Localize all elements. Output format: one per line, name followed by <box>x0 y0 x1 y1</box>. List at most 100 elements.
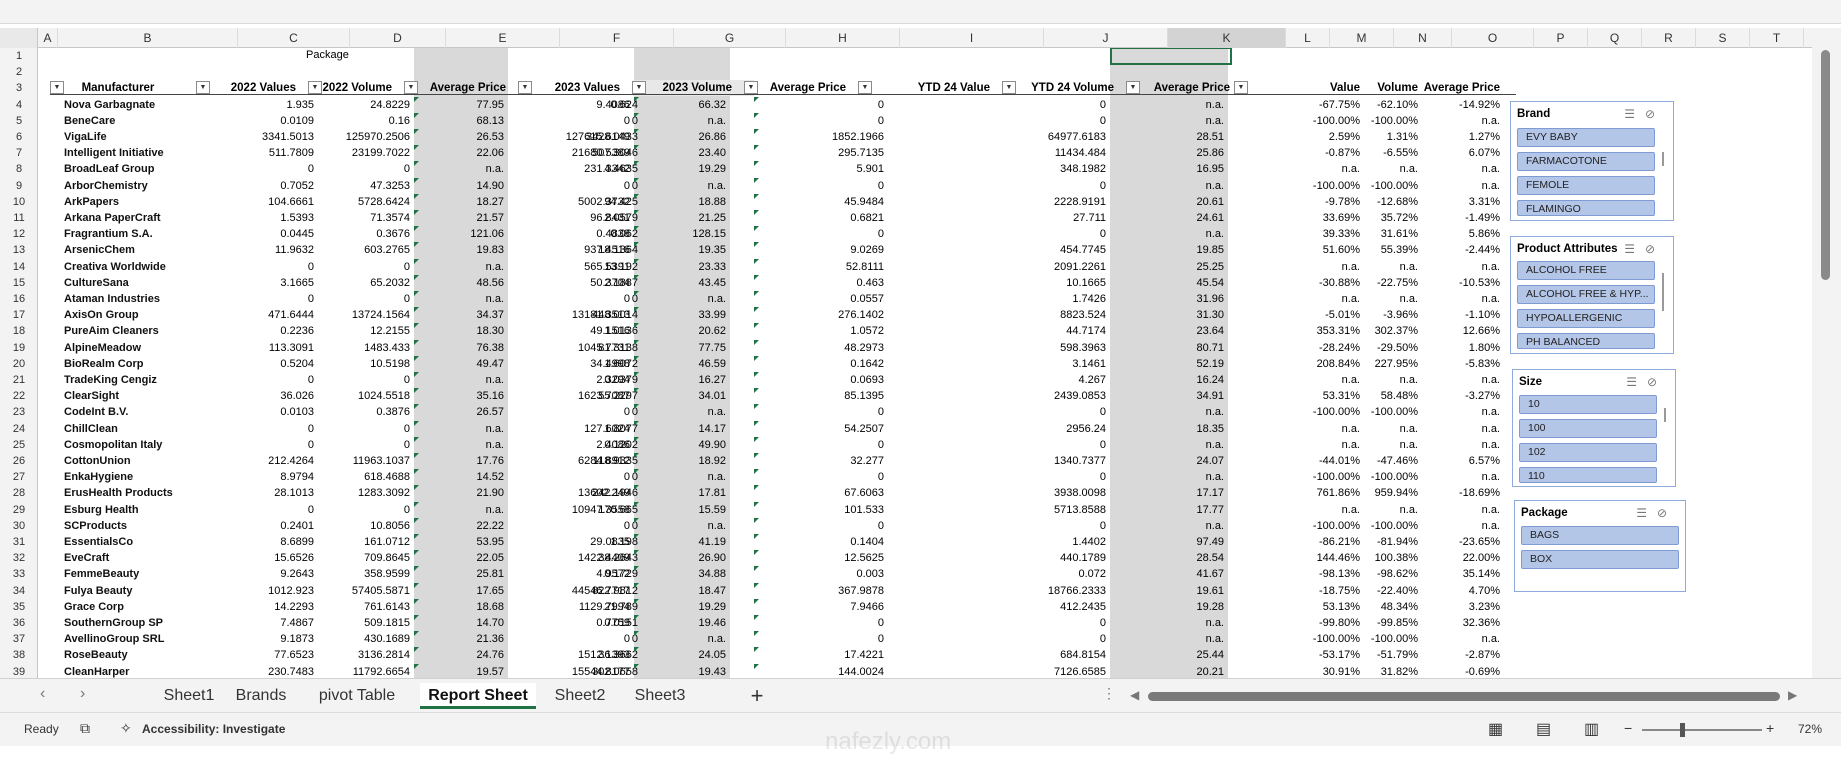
cell-manufacturer[interactable]: AxisOn Group <box>38 307 206 323</box>
cell-average-price-1[interactable]: 77.95 <box>414 97 508 113</box>
row-header-8[interactable]: 8 <box>0 161 37 177</box>
row-header-23[interactable]: 23 <box>0 404 37 420</box>
column-header-n[interactable]: N <box>1394 28 1452 48</box>
cell-2023-volume[interactable]: 231.3342 <box>542 161 634 177</box>
cell-manufacturer[interactable]: SCProducts <box>38 518 206 534</box>
cell-average-price-3[interactable]: 31.30 <box>1110 307 1228 323</box>
cell-ytd-volume[interactable]: 0 <box>888 404 1110 420</box>
slicer-size-icons[interactable]: ☰⊘ <box>1626 375 1667 389</box>
cell-ytd-value[interactable]: 0 <box>754 437 888 453</box>
cell-ytd-value[interactable]: 0.003 <box>754 566 888 582</box>
cell-volume-change[interactable]: n.a. <box>1364 421 1422 437</box>
row-header-21[interactable]: 21 <box>0 372 37 388</box>
cell-ytd-volume[interactable]: 0 <box>888 113 1110 129</box>
cell-2023-volume[interactable]: 10947.3558 <box>542 502 634 518</box>
cell-manufacturer[interactable]: Cosmopolitan Italy <box>38 437 206 453</box>
cell-average-price-2[interactable]: 24.05 <box>634 647 730 663</box>
cell-2023-volume[interactable]: 0.7759 <box>542 615 634 631</box>
cell-manufacturer[interactable]: Fulya Beauty <box>38 583 206 599</box>
cell-average-price-change[interactable]: 3.31% <box>1422 194 1504 210</box>
cell-average-price-1[interactable]: 22.05 <box>414 550 508 566</box>
cell-ytd-value[interactable]: 0.0693 <box>754 372 888 388</box>
cell-ytd-value[interactable]: 0.1642 <box>754 356 888 372</box>
cell-ytd-value[interactable]: 5.901 <box>754 161 888 177</box>
cell-average-price-change[interactable]: -18.69% <box>1422 485 1504 501</box>
cell-2022-volume[interactable]: 0 <box>318 372 414 388</box>
cell-2023-volume[interactable]: 29.0835 <box>542 534 634 550</box>
cell-average-price-2[interactable]: 20.62 <box>634 323 730 339</box>
row-header-30[interactable]: 30 <box>0 518 37 534</box>
cell-manufacturer[interactable]: Esburg Health <box>38 502 206 518</box>
cell-average-price-change[interactable]: 5.86% <box>1422 226 1504 242</box>
cell-2022-volume[interactable]: 603.2765 <box>318 242 414 258</box>
cell-average-price-3[interactable]: 52.19 <box>1110 356 1228 372</box>
cell-2022-volume[interactable]: 0 <box>318 502 414 518</box>
row-header-5[interactable]: 5 <box>0 113 37 129</box>
cell-average-price-change[interactable]: n.a. <box>1422 113 1504 129</box>
cell-volume-change[interactable]: -100.00% <box>1364 518 1422 534</box>
cell-average-price-change[interactable]: 22.00% <box>1422 550 1504 566</box>
cell-average-price-change[interactable]: n.a. <box>1422 437 1504 453</box>
cell-average-price-3[interactable]: 24.61 <box>1110 210 1228 226</box>
cell-2023-volume[interactable]: 5002.3732 <box>542 194 634 210</box>
cell-2022-volume[interactable]: 3136.2814 <box>318 647 414 663</box>
cell-average-price-3[interactable]: n.a. <box>1110 97 1228 113</box>
cell-volume-change[interactable]: -100.00% <box>1364 178 1422 194</box>
cell-2023-volume[interactable]: 0 <box>542 291 634 307</box>
cell-2022-values[interactable]: 471.6444 <box>206 307 318 323</box>
cell-2022-values[interactable]: 14.2293 <box>206 599 318 615</box>
cell-average-price-2[interactable]: 15.59 <box>634 502 730 518</box>
cell-ytd-volume[interactable]: 0 <box>888 615 1110 631</box>
cell-average-price-change[interactable]: n.a. <box>1422 502 1504 518</box>
cell-manufacturer[interactable]: TradeKing Cengiz <box>38 372 206 388</box>
page-layout-icon[interactable]: ▤ <box>1536 719 1551 739</box>
slicer-attributes-item[interactable]: ALCOHOL FREE & HYP... <box>1517 285 1655 304</box>
cell-ytd-volume[interactable]: 598.3963 <box>888 340 1110 356</box>
column-header-c[interactable]: C <box>238 28 350 48</box>
zoom-level[interactable]: 72% <box>1798 722 1822 736</box>
cell-ytd-volume[interactable]: 0 <box>888 226 1110 242</box>
cell-2022-values[interactable]: 3.1665 <box>206 275 318 291</box>
slicer-attributes-item[interactable]: ALCOHOL FREE <box>1517 261 1655 280</box>
cell-manufacturer[interactable]: BroadLeaf Group <box>38 161 206 177</box>
filter-dropdown-icon[interactable]: ▼ <box>196 81 210 94</box>
cell-average-price-1[interactable]: n.a. <box>414 291 508 307</box>
normal-view-icon[interactable]: ▦ <box>1488 719 1503 739</box>
cell-2022-values[interactable]: 0.2236 <box>206 323 318 339</box>
cell-manufacturer[interactable]: EveCraft <box>38 550 206 566</box>
cell-average-price-change[interactable]: -14.92% <box>1422 97 1504 113</box>
cell-ytd-value[interactable]: 295.7135 <box>754 145 888 161</box>
cell-ytd-volume[interactable]: 2091.2261 <box>888 259 1110 275</box>
cell-value-change[interactable]: -9.78% <box>1300 194 1364 210</box>
cell-average-price-3[interactable]: 17.17 <box>1110 485 1228 501</box>
cell-2023-volume[interactable]: 0 <box>542 469 634 485</box>
cell-average-price-1[interactable]: 18.68 <box>414 599 508 615</box>
cell-average-price-change[interactable]: n.a. <box>1422 469 1504 485</box>
cell-average-price-change[interactable]: n.a. <box>1422 259 1504 275</box>
cell-volume-change[interactable]: -22.40% <box>1364 583 1422 599</box>
cell-average-price-3[interactable]: n.a. <box>1110 631 1228 647</box>
cell-ytd-value[interactable]: 101.533 <box>754 502 888 518</box>
cell-value-change[interactable]: -28.24% <box>1300 340 1364 356</box>
cell-manufacturer[interactable]: ErusHealth Products <box>38 485 206 501</box>
cell-2022-values[interactable]: 11.9632 <box>206 242 318 258</box>
row-header-27[interactable]: 27 <box>0 469 37 485</box>
cell-average-price-2[interactable]: n.a. <box>634 518 730 534</box>
cell-2022-volume[interactable]: 161.0712 <box>318 534 414 550</box>
cell-manufacturer[interactable]: ArsenicChem <box>38 242 206 258</box>
cell-value-change[interactable]: -100.00% <box>1300 178 1364 194</box>
cell-ytd-volume[interactable]: 8823.524 <box>888 307 1110 323</box>
cell-2022-values[interactable]: 511.7809 <box>206 145 318 161</box>
cell-average-price-3[interactable]: 25.25 <box>1110 259 1228 275</box>
row-header-36[interactable]: 36 <box>0 615 37 631</box>
cell-2022-values[interactable]: 1.935 <box>206 97 318 113</box>
cell-volume-change[interactable]: 55.39% <box>1364 242 1422 258</box>
cell-2022-values[interactable]: 0 <box>206 259 318 275</box>
column-header-g[interactable]: G <box>674 28 786 48</box>
cell-value-change[interactable]: n.a. <box>1300 161 1364 177</box>
cell-ytd-volume[interactable]: 440.1789 <box>888 550 1110 566</box>
cell-average-price-3[interactable]: 41.67 <box>1110 566 1228 582</box>
cell-2023-volume[interactable]: 127615.6149 <box>542 129 634 145</box>
cell-volume-change[interactable]: 227.95% <box>1364 356 1422 372</box>
filter-dropdown-icon[interactable]: ▼ <box>518 81 532 94</box>
